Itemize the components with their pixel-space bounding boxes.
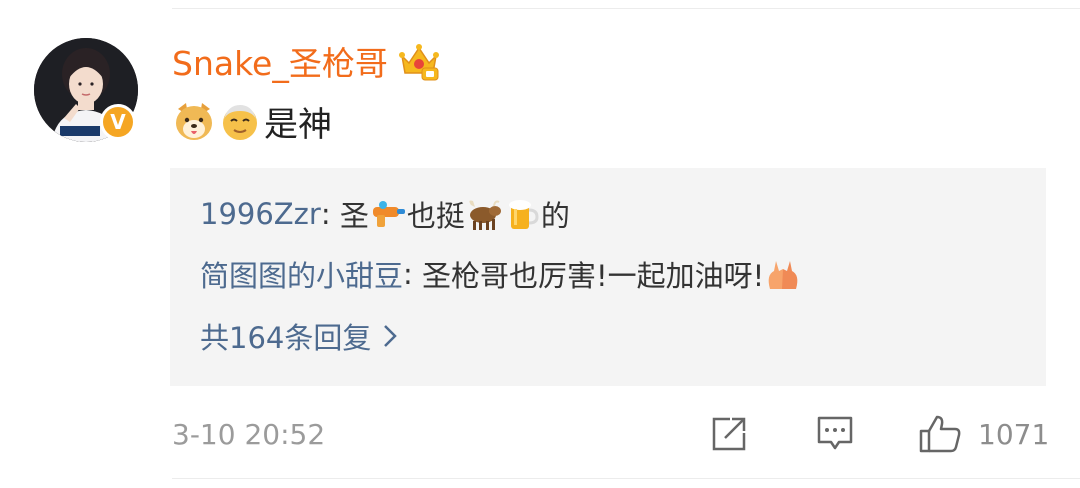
reply-1[interactable]: 1996Zzr : 圣 也挺 的 <box>200 192 570 236</box>
comment-body: 是神 <box>172 96 332 146</box>
more-replies-label[interactable]: 共164条回复 <box>200 315 371 357</box>
username-text[interactable]: Snake_圣枪哥 <box>172 37 388 85</box>
reply-1-text-c: 的 <box>540 199 570 233</box>
reply-1-text-a: 圣 <box>339 199 369 233</box>
crown-icon <box>398 44 439 81</box>
beer-emoji-icon <box>508 200 539 229</box>
comment-text: 是神 <box>264 104 332 145</box>
bottom-divider <box>172 478 1080 479</box>
like-count: 1071 <box>978 417 1050 451</box>
top-divider <box>172 8 1080 9</box>
verified-badge-icon: V <box>100 104 136 140</box>
comment-icon <box>817 416 853 450</box>
reply-2[interactable]: 简图图的小甜豆 : 圣枪哥也厉害!一起加油呀! <box>200 252 802 296</box>
view-more-replies-link[interactable]: 共164条回复 <box>200 314 398 358</box>
reply-2-text: 圣枪哥也厉害!一起加油呀! <box>422 259 765 293</box>
chevron-right-icon <box>384 325 398 347</box>
comment-button[interactable] <box>815 414 855 454</box>
comment-username[interactable]: Snake_圣枪哥 <box>172 38 440 84</box>
share-button[interactable] <box>710 414 748 454</box>
like-button[interactable]: 1071 <box>918 414 1049 454</box>
old-man-emoji-icon <box>223 105 257 140</box>
thumbs-up-icon <box>919 415 961 453</box>
victory-hands-emoji-icon <box>768 261 798 289</box>
ox-emoji-icon <box>469 200 501 230</box>
reply-2-user[interactable]: 简图图的小甜豆 <box>200 253 403 295</box>
reply-1-separator: : <box>320 197 340 231</box>
share-icon <box>712 417 746 451</box>
reply-1-user[interactable]: 1996Zzr <box>200 197 321 231</box>
reply-1-text-b: 也挺 <box>406 199 465 233</box>
water-gun-emoji-icon <box>372 201 405 227</box>
doge-emoji-icon <box>176 103 212 140</box>
reply-2-separator: : <box>403 257 423 291</box>
comment-timestamp: 3-10 20:52 <box>172 417 326 451</box>
